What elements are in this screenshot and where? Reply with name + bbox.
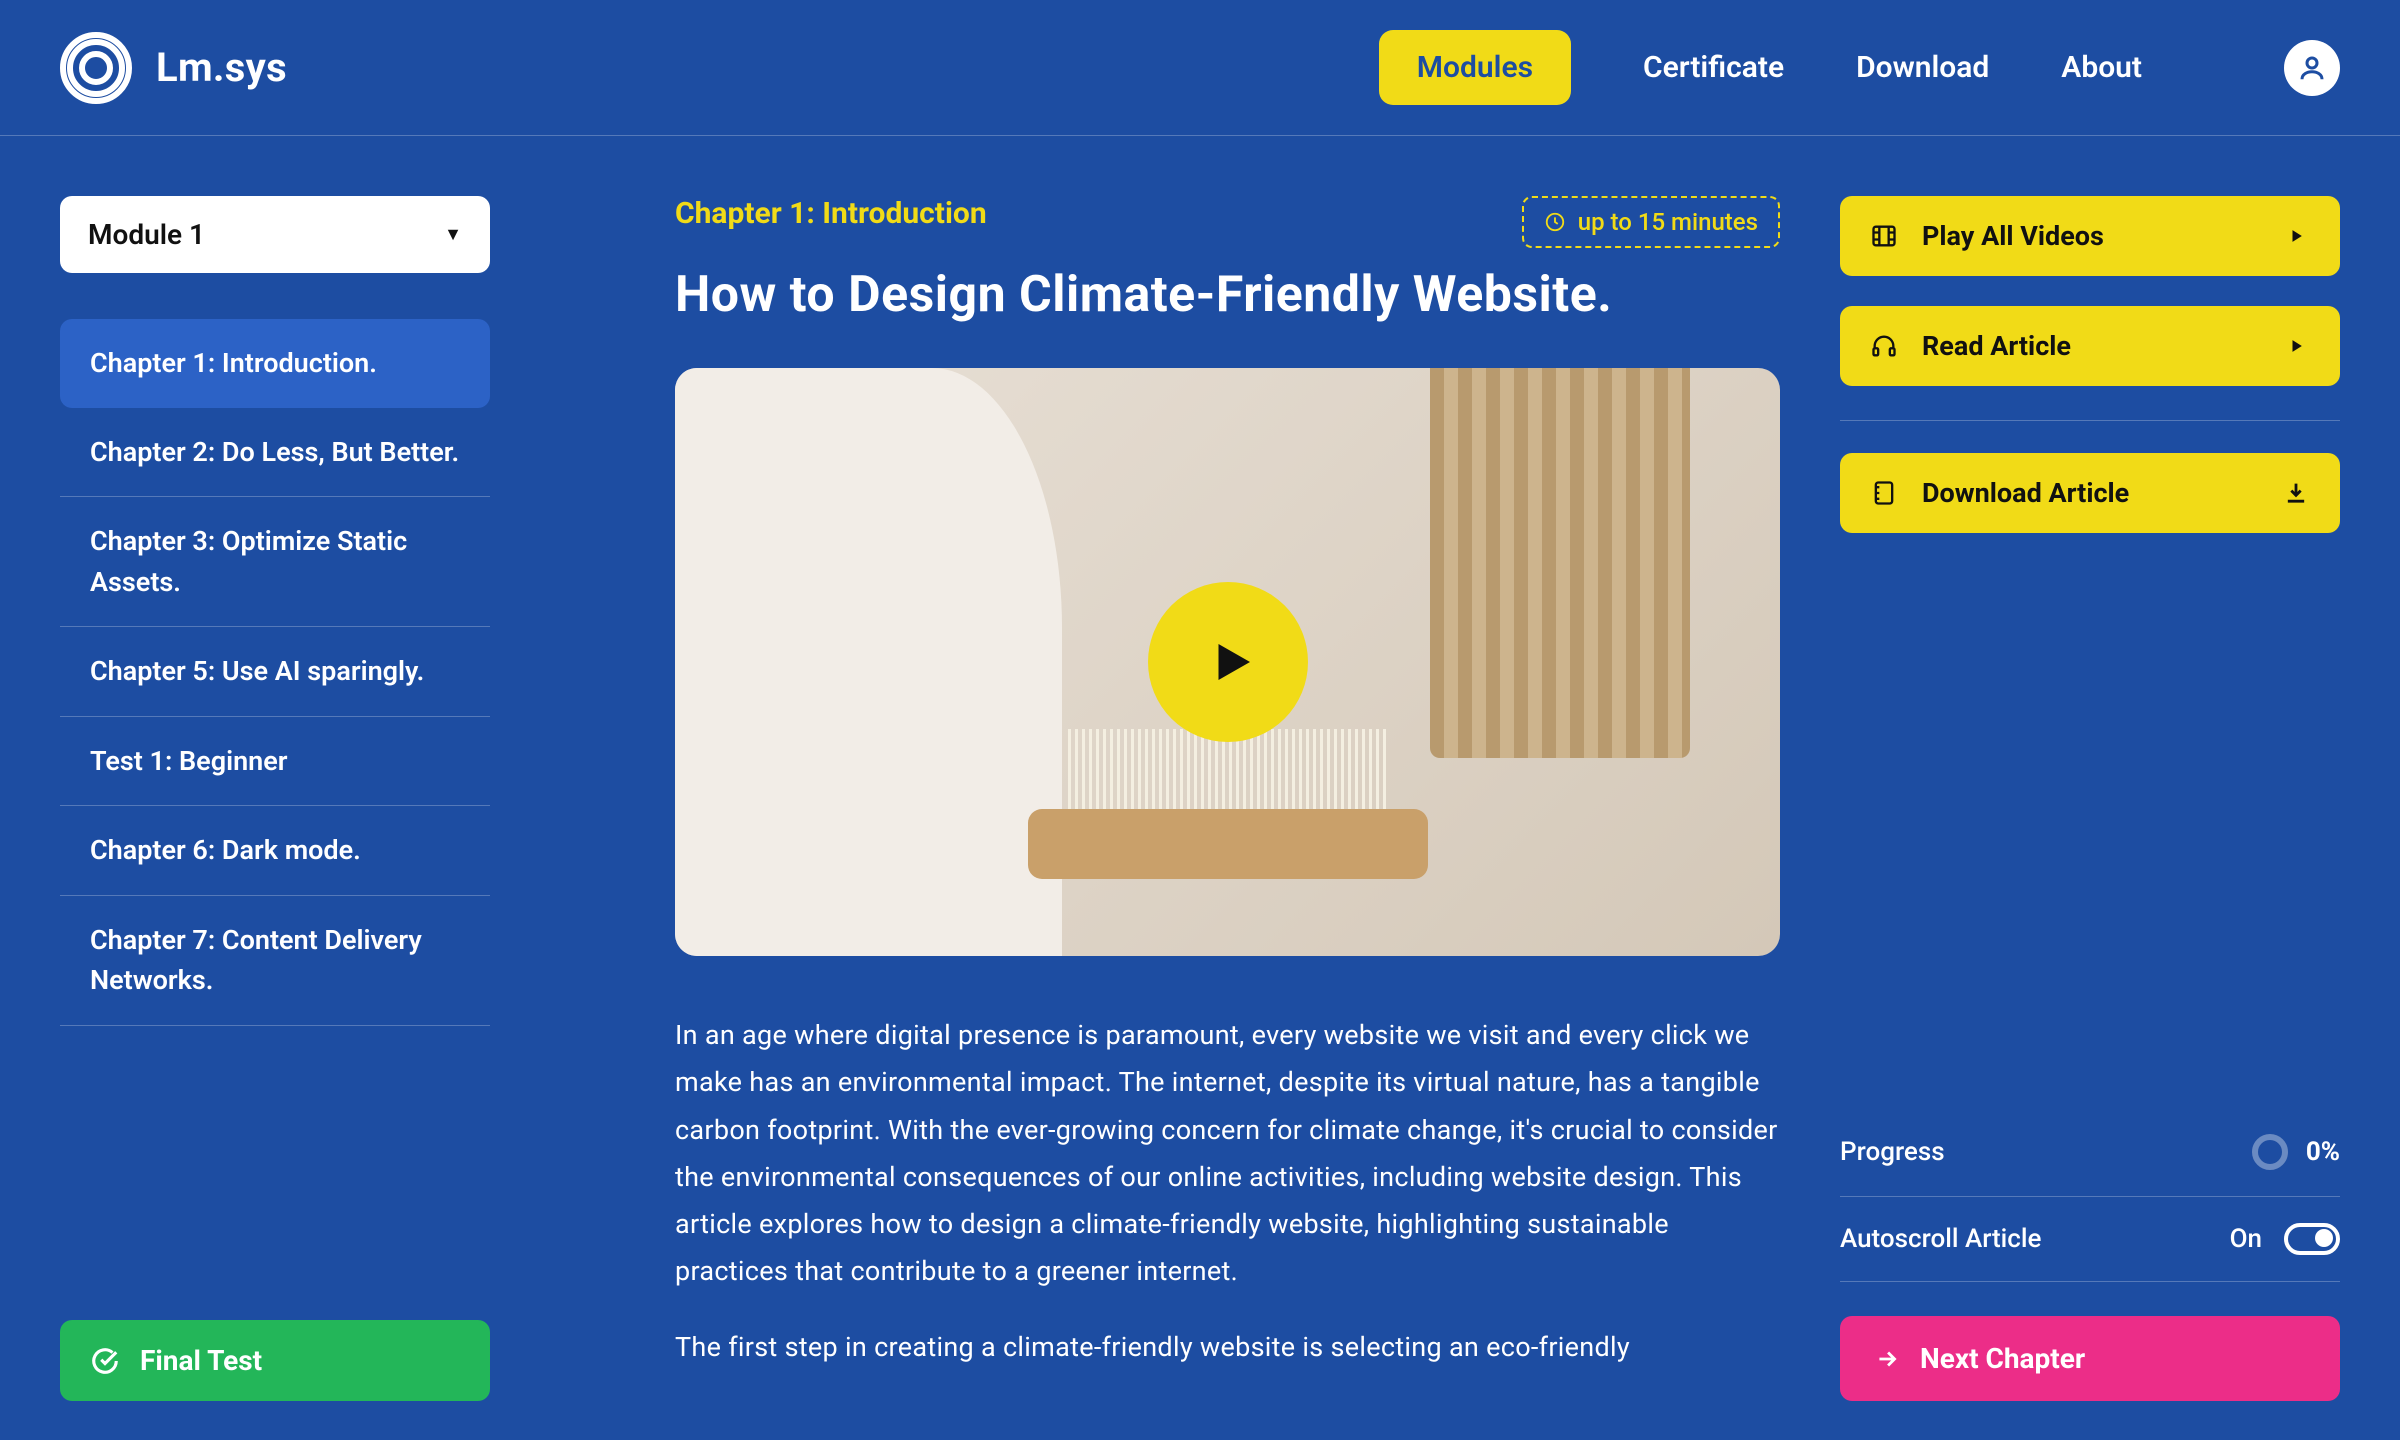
arrow-right-icon <box>1874 1346 1900 1372</box>
article-body: In an age where digital presence is para… <box>675 1012 1780 1371</box>
clock-icon <box>1544 211 1566 233</box>
chapter-item[interactable]: Chapter 3: Optimize Static Assets. <box>60 497 490 627</box>
module-select[interactable]: Module 1 ▼ <box>60 196 490 273</box>
read-article-label: Read Article <box>1922 330 2071 362</box>
sidebar: Module 1 ▼ Chapter 1: Introduction. Chap… <box>60 196 615 1401</box>
nav-about[interactable]: About <box>2061 50 2142 85</box>
chapter-label: Chapter 1: Introduction <box>675 196 987 231</box>
chapter-list: Chapter 1: Introduction. Chapter 2: Do L… <box>60 319 490 1300</box>
user-avatar-button[interactable] <box>2284 40 2340 96</box>
nav-download[interactable]: Download <box>1856 50 1989 85</box>
film-icon <box>1870 222 1898 250</box>
chapter-item[interactable]: Test 1: Beginner <box>60 717 490 807</box>
chevron-down-icon: ▼ <box>444 224 462 245</box>
video-bg-vase <box>1430 368 1690 758</box>
chapter-item[interactable]: Chapter 7: Content Delivery Networks. <box>60 896 490 1026</box>
brand[interactable]: Lm.sys <box>60 32 287 104</box>
progress-ring-icon <box>2252 1134 2288 1170</box>
progress-label: Progress <box>1840 1137 1945 1167</box>
chapter-item[interactable]: Chapter 6: Dark mode. <box>60 806 490 896</box>
play-small-icon <box>2282 332 2310 360</box>
nav-certificate[interactable]: Certificate <box>1643 50 1784 85</box>
spacer <box>1840 563 2340 1108</box>
actions-panel: Play All Videos Read Article Download Ar… <box>1840 196 2340 1401</box>
video-thumbnail[interactable] <box>675 368 1780 956</box>
headphones-icon <box>1870 332 1898 360</box>
progress-value: 0% <box>2306 1137 2340 1167</box>
list-fade-overlay <box>60 1190 490 1300</box>
chapter-header: Chapter 1: Introduction up to 15 minutes <box>675 196 1780 248</box>
brand-name: Lm.sys <box>156 44 287 91</box>
check-circle-icon <box>90 1346 120 1376</box>
final-test-button[interactable]: Final Test <box>60 1320 490 1401</box>
page-title: How to Design Climate-Friendly Website. <box>675 266 1780 324</box>
app-header: Lm.sys Modules Certificate Download Abou… <box>0 0 2400 136</box>
play-all-videos-button[interactable]: Play All Videos <box>1840 196 2340 276</box>
final-test-label: Final Test <box>140 1344 262 1377</box>
time-badge-text: up to 15 minutes <box>1578 208 1758 236</box>
progress-row: Progress 0% <box>1840 1108 2340 1197</box>
nav-modules[interactable]: Modules <box>1379 30 1571 105</box>
top-nav: Modules Certificate Download About <box>1379 30 2340 105</box>
autoscroll-state: On <box>2230 1224 2262 1254</box>
time-badge: up to 15 minutes <box>1522 196 1780 248</box>
autoscroll-toggle[interactable] <box>2284 1223 2340 1255</box>
next-chapter-label: Next Chapter <box>1920 1342 2085 1375</box>
next-chapter-button[interactable]: Next Chapter <box>1840 1316 2340 1401</box>
play-icon <box>1205 635 1259 689</box>
chapter-item[interactable]: Chapter 5: Use AI sparingly. <box>60 627 490 717</box>
download-icon <box>2282 479 2310 507</box>
download-article-label: Download Article <box>1922 477 2129 509</box>
video-bg-shape <box>675 368 1062 956</box>
main-content: Chapter 1: Introduction up to 15 minutes… <box>615 196 1840 1401</box>
main-layout: Module 1 ▼ Chapter 1: Introduction. Chap… <box>0 136 2400 1401</box>
chapter-item[interactable]: Chapter 1: Introduction. <box>60 319 490 408</box>
play-all-videos-label: Play All Videos <box>1922 220 2104 252</box>
article-paragraph: In an age where digital presence is para… <box>675 1012 1780 1296</box>
read-article-button[interactable]: Read Article <box>1840 306 2340 386</box>
autoscroll-label: Autoscroll Article <box>1840 1224 2041 1254</box>
user-icon <box>2297 53 2327 83</box>
download-article-button[interactable]: Download Article <box>1840 453 2340 533</box>
divider <box>1840 420 2340 421</box>
play-small-icon <box>2282 222 2310 250</box>
notebook-icon <box>1870 479 1898 507</box>
chapter-item[interactable]: Chapter 2: Do Less, But Better. <box>60 408 490 498</box>
module-select-value: Module 1 <box>88 218 205 251</box>
autoscroll-control: On <box>2230 1223 2340 1255</box>
article-paragraph: The first step in creating a climate-fri… <box>675 1324 1780 1371</box>
play-button[interactable] <box>1148 582 1308 742</box>
progress-indicator: 0% <box>2252 1134 2340 1170</box>
brand-logo-icon <box>60 32 132 104</box>
autoscroll-row: Autoscroll Article On <box>1840 1197 2340 1282</box>
